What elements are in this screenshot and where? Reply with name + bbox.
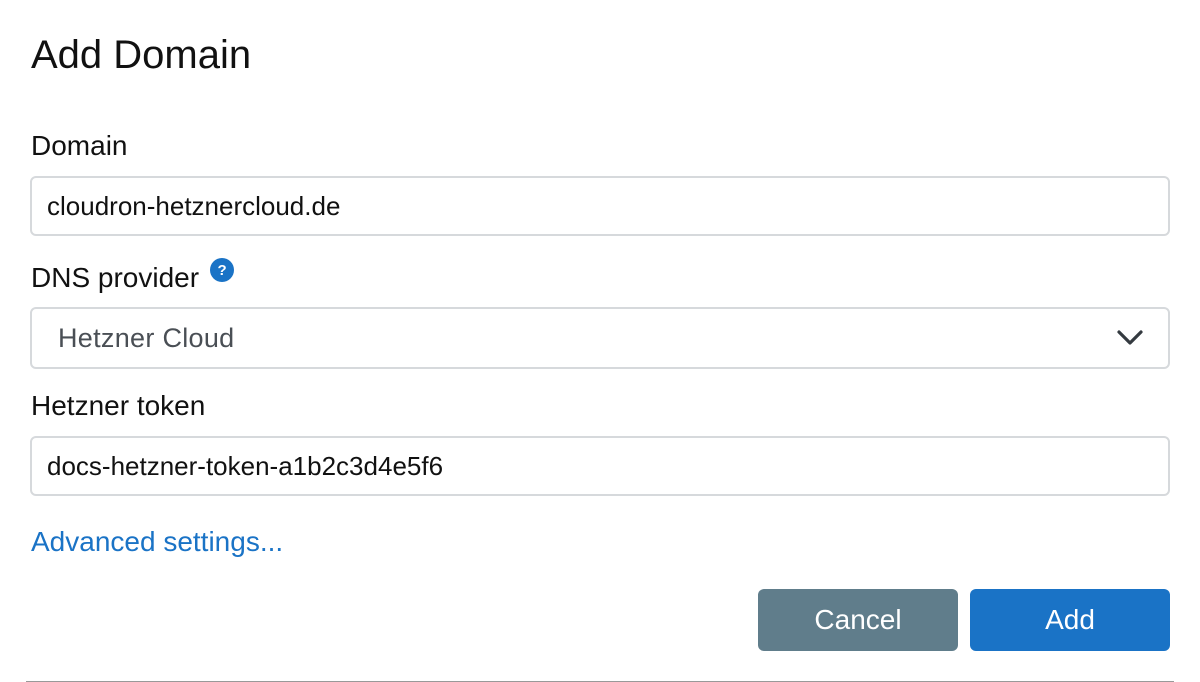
chevron-down-icon [1117,330,1143,345]
domain-label: Domain [31,130,128,161]
domain-input[interactable] [30,176,1170,236]
advanced-settings-link[interactable]: Advanced settings... [31,526,283,558]
token-label: Hetzner token [31,390,206,421]
add-button[interactable]: Add [970,589,1170,651]
dns-provider-select[interactable]: Hetzner Cloud [30,307,1170,369]
dns-provider-label: DNS provider [31,262,200,293]
dialog-title: Add Domain [31,33,252,77]
token-input[interactable] [30,436,1170,496]
help-icon[interactable]: ? [210,258,235,282]
dns-provider-selected-value: Hetzner Cloud [58,322,235,353]
dns-provider-label-row: DNS provider ? [31,258,235,294]
cancel-button[interactable]: Cancel [758,589,958,651]
add-domain-dialog: Add Domain Domain DNS provider ? Hetzner… [0,0,1200,682]
